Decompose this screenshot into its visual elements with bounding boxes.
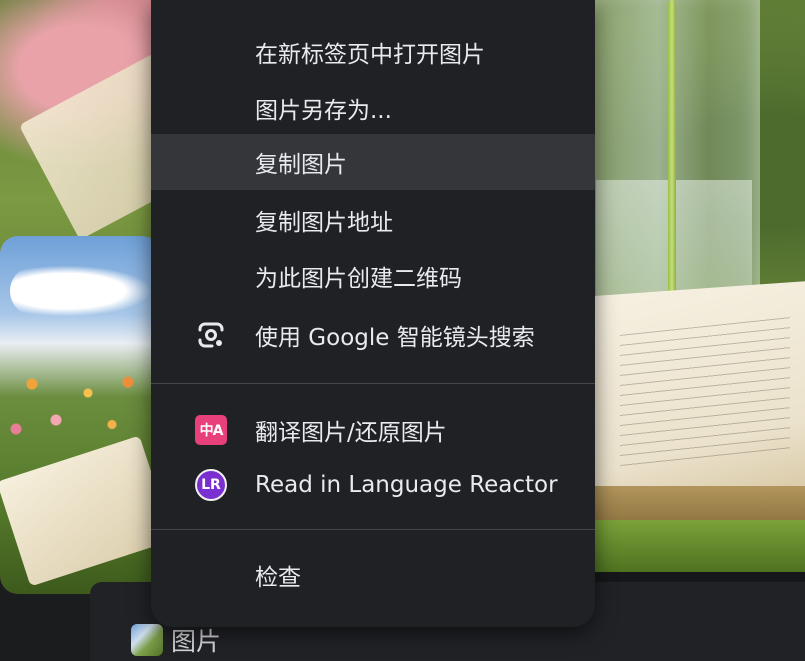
background-grass xyxy=(594,520,805,572)
background-book-text xyxy=(620,314,790,466)
translate-icon-glyph: 中A xyxy=(195,415,227,445)
menu-divider xyxy=(151,383,595,384)
menu-item-label: 翻译图片/还原图片 xyxy=(255,420,447,446)
bottom-tab-images[interactable]: 图片 xyxy=(131,622,221,658)
menu-item-language-reactor[interactable]: LR Read in Language Reactor xyxy=(151,457,595,513)
menu-item-inspect[interactable]: 检查 xyxy=(151,547,595,603)
menu-item-label: 在新标签页中打开图片 xyxy=(255,42,485,68)
menu-item-google-lens-search[interactable]: 使用 Google 智能镜头搜索 xyxy=(151,307,595,363)
image-thumbnail-card[interactable] xyxy=(0,236,160,594)
image-thumbnail-icon xyxy=(131,624,163,656)
language-reactor-icon: LR xyxy=(195,469,227,501)
background-flower-stem xyxy=(668,0,676,318)
menu-item-copy-image[interactable]: 复制图片 xyxy=(151,134,595,190)
menu-item-copy-image-address[interactable]: 复制图片地址 xyxy=(151,192,595,248)
google-lens-icon xyxy=(195,319,227,351)
menu-item-label: 复制图片 xyxy=(255,152,347,178)
menu-item-label: Read in Language Reactor xyxy=(255,472,558,498)
thumbnail-cloud xyxy=(10,266,150,316)
menu-item-create-qr-code[interactable]: 为此图片创建二维码 xyxy=(151,248,595,304)
bottom-tab-label: 图片 xyxy=(171,627,222,656)
menu-item-open-image-new-tab[interactable]: 在新标签页中打开图片 xyxy=(151,24,595,80)
menu-item-label: 使用 Google 智能镜头搜索 xyxy=(255,325,535,351)
thumbnail-book xyxy=(0,435,160,587)
language-reactor-glyph: LR xyxy=(195,469,227,501)
context-menu: 在新标签页中打开图片 图片另存为... 复制图片 复制图片地址 为此图片创建二维… xyxy=(151,0,595,627)
menu-item-translate-image[interactable]: 中A 翻译图片/还原图片 xyxy=(151,402,595,458)
menu-item-label: 为此图片创建二维码 xyxy=(255,266,462,292)
menu-item-save-image-as[interactable]: 图片另存为... xyxy=(151,80,595,136)
translate-image-icon: 中A xyxy=(195,414,227,446)
menu-divider xyxy=(151,529,595,530)
menu-item-label: 图片另存为... xyxy=(255,98,392,124)
menu-item-label: 检查 xyxy=(255,565,301,591)
menu-item-label: 复制图片地址 xyxy=(255,210,393,236)
